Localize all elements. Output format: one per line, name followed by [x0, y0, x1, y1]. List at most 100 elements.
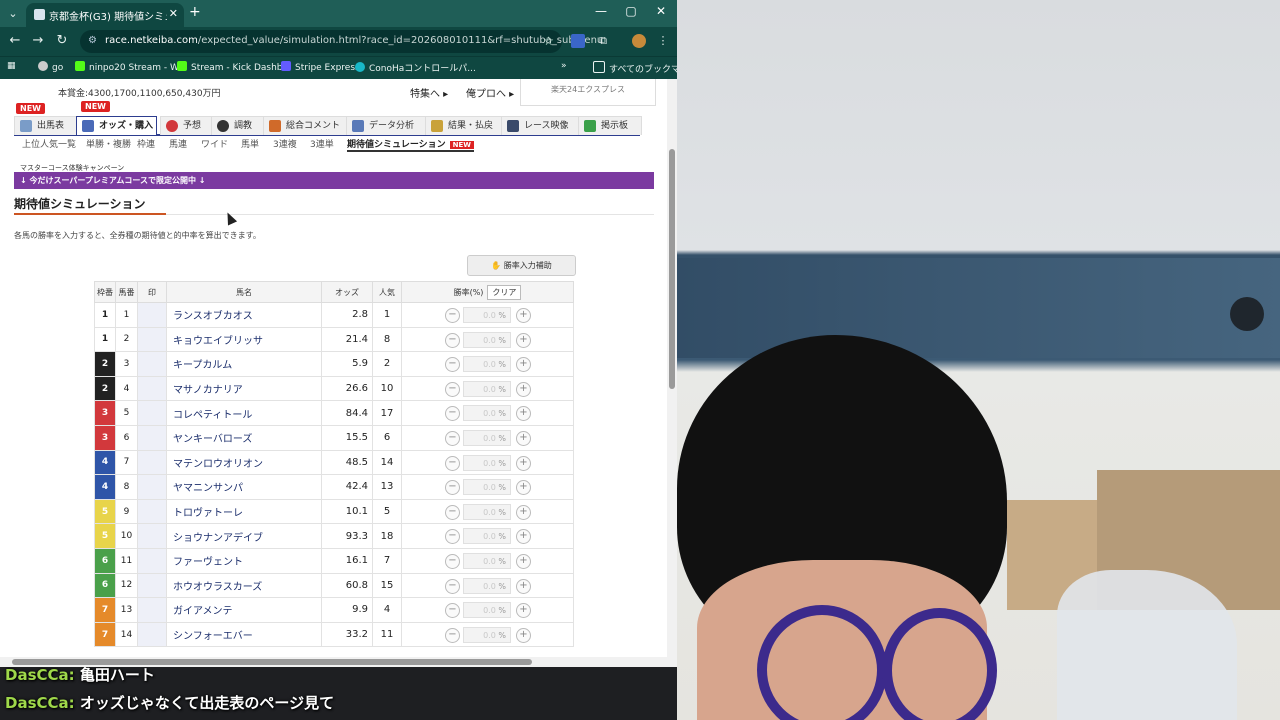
subtab-sanrenpuku[interactable]: 3連複 — [273, 137, 297, 150]
bookmark-kick[interactable]: Stream - Kick Dashb... — [177, 61, 291, 73]
horse-name-link[interactable]: ファーヴェント — [166, 547, 322, 574]
horse-name-link[interactable]: マテンロウオリオン — [166, 449, 322, 476]
bookmark-ninpo[interactable]: ninpo20 Stream - W... — [75, 61, 186, 73]
horse-name-link[interactable]: シンフォーエバー — [166, 621, 322, 648]
subtab-tansho[interactable]: 単勝・複勝 — [86, 137, 131, 150]
bookmark-stripe[interactable]: Stripe Express — [281, 61, 360, 73]
mark-cell[interactable] — [137, 449, 167, 476]
subtab-ninki[interactable]: 上位人気一覧 — [22, 137, 76, 150]
tab-video[interactable]: レース映像 — [501, 116, 589, 135]
plus-icon[interactable]: + — [516, 308, 531, 323]
vertical-scrollbar[interactable] — [667, 79, 677, 657]
close-window-icon[interactable]: ✕ — [651, 4, 671, 18]
rate-input[interactable]: 0.0 % — [463, 454, 511, 471]
mark-cell[interactable] — [137, 424, 167, 451]
rate-input[interactable]: 0.0 % — [463, 552, 511, 569]
horse-name-link[interactable]: ランスオブカオス — [166, 302, 322, 328]
tab-chokyo[interactable]: 調教 — [211, 116, 269, 135]
site-info-icon[interactable]: ⚙ — [88, 35, 97, 46]
plus-icon[interactable]: + — [516, 430, 531, 446]
minus-icon[interactable]: − — [445, 430, 460, 446]
minus-icon[interactable]: − — [445, 308, 460, 323]
minimize-icon[interactable]: — — [591, 4, 611, 18]
rate-input[interactable]: 0.0 % — [463, 626, 511, 643]
forward-icon[interactable]: → — [30, 33, 46, 48]
mark-cell[interactable] — [137, 547, 167, 574]
extensions-icon[interactable]: ⧉ — [596, 34, 610, 48]
minus-icon[interactable]: − — [445, 553, 460, 569]
rate-input[interactable]: 0.0 % — [463, 380, 511, 397]
apps-icon[interactable]: ▦ — [7, 61, 16, 71]
mark-cell[interactable] — [137, 400, 167, 426]
mypro-link[interactable]: 俺プロへ ▸ — [466, 85, 514, 100]
tab-result[interactable]: 結果・払戻 — [425, 116, 513, 135]
horse-name-link[interactable]: ヤマニンサンパ — [166, 474, 322, 500]
minus-icon[interactable]: − — [445, 455, 460, 471]
mark-cell[interactable] — [137, 302, 167, 328]
horizontal-scrollbar[interactable] — [0, 657, 677, 667]
bookmark-star-icon[interactable]: ☆ — [543, 34, 554, 48]
mark-cell[interactable] — [137, 351, 167, 377]
rate-input[interactable]: 0.0 % — [463, 479, 511, 496]
minus-icon[interactable]: − — [445, 504, 460, 520]
rate-input[interactable]: 0.0 % — [463, 307, 511, 323]
plus-icon[interactable]: + — [516, 627, 531, 643]
mark-cell[interactable] — [137, 523, 167, 549]
scroll-thumb[interactable] — [669, 149, 675, 389]
subtab-umaren[interactable]: 馬連 — [169, 137, 187, 150]
plus-icon[interactable]: + — [516, 578, 531, 594]
horse-name-link[interactable]: キープカルム — [166, 351, 322, 377]
mark-cell[interactable] — [137, 597, 167, 623]
tab-search-icon[interactable]: ⌄ — [4, 5, 22, 23]
plus-icon[interactable]: + — [516, 480, 531, 496]
all-bookmarks[interactable]: すべてのブックマーク — [593, 61, 677, 75]
bookmark-overflow-icon[interactable]: » — [561, 61, 567, 71]
plus-icon[interactable]: + — [516, 381, 531, 397]
tab-odds[interactable]: オッズ・購入 — [76, 116, 157, 135]
rate-input[interactable]: 0.0 % — [463, 331, 511, 348]
subtab-simulation[interactable]: 期待値シミュレーション NEW — [347, 137, 475, 152]
subtab-umatan[interactable]: 馬単 — [241, 137, 259, 150]
horse-name-link[interactable]: ヤンキーバローズ — [166, 424, 322, 451]
plus-icon[interactable]: + — [516, 357, 531, 373]
minus-icon[interactable]: − — [445, 406, 460, 422]
horse-name-link[interactable]: マサノカナリア — [166, 375, 322, 402]
plus-icon[interactable]: + — [516, 529, 531, 545]
rate-input[interactable]: 0.0 % — [463, 429, 511, 446]
mark-cell[interactable] — [137, 474, 167, 500]
express-box[interactable]: 楽天24エクスプレス — [520, 79, 656, 106]
subtab-wakuren[interactable]: 枠連 — [137, 137, 155, 150]
plus-icon[interactable]: + — [516, 332, 531, 348]
plus-icon[interactable]: + — [516, 406, 531, 422]
mark-cell[interactable] — [137, 572, 167, 599]
minus-icon[interactable]: − — [445, 627, 460, 643]
bookmark-conoha[interactable]: ConoHaコントロールパ... — [355, 61, 476, 74]
plus-icon[interactable]: + — [516, 553, 531, 569]
subtab-wide[interactable]: ワイド — [201, 137, 228, 150]
address-bar[interactable]: ⚙ race.netkeiba.com/expected_value/simul… — [80, 30, 603, 53]
assist-button[interactable]: ✋ 勝率入力補助 — [467, 255, 576, 276]
browser-tab[interactable]: 京都金杯(G3) 期待値シミュレーシ ✕ — [26, 3, 184, 27]
horse-name-link[interactable]: ガイアメンテ — [166, 597, 322, 623]
rate-input[interactable]: 0.0 % — [463, 528, 511, 545]
rate-input[interactable]: 0.0 % — [463, 503, 511, 520]
reload-icon[interactable]: ↻ — [54, 33, 70, 48]
translate-icon[interactable] — [571, 34, 585, 48]
plus-icon[interactable]: + — [516, 603, 531, 619]
bookmark-go[interactable]: go — [38, 61, 63, 73]
tab-data[interactable]: データ分析 — [346, 116, 436, 135]
horse-name-link[interactable]: ホウオウラスカーズ — [166, 572, 322, 599]
rate-input[interactable]: 0.0 % — [463, 356, 511, 373]
minus-icon[interactable]: − — [445, 529, 460, 545]
mark-cell[interactable] — [137, 375, 167, 402]
minus-icon[interactable]: − — [445, 381, 460, 397]
mark-cell[interactable] — [137, 326, 167, 353]
close-tab-icon[interactable]: ✕ — [169, 7, 178, 20]
scroll-thumb[interactable] — [12, 659, 532, 665]
minus-icon[interactable]: − — [445, 357, 460, 373]
horse-name-link[interactable]: コレペティトール — [166, 400, 322, 426]
clear-button[interactable]: クリア — [487, 284, 522, 300]
rate-input[interactable]: 0.0 % — [463, 405, 511, 422]
tab-yoso[interactable]: 予想 — [160, 116, 214, 135]
minus-icon[interactable]: − — [445, 603, 460, 619]
